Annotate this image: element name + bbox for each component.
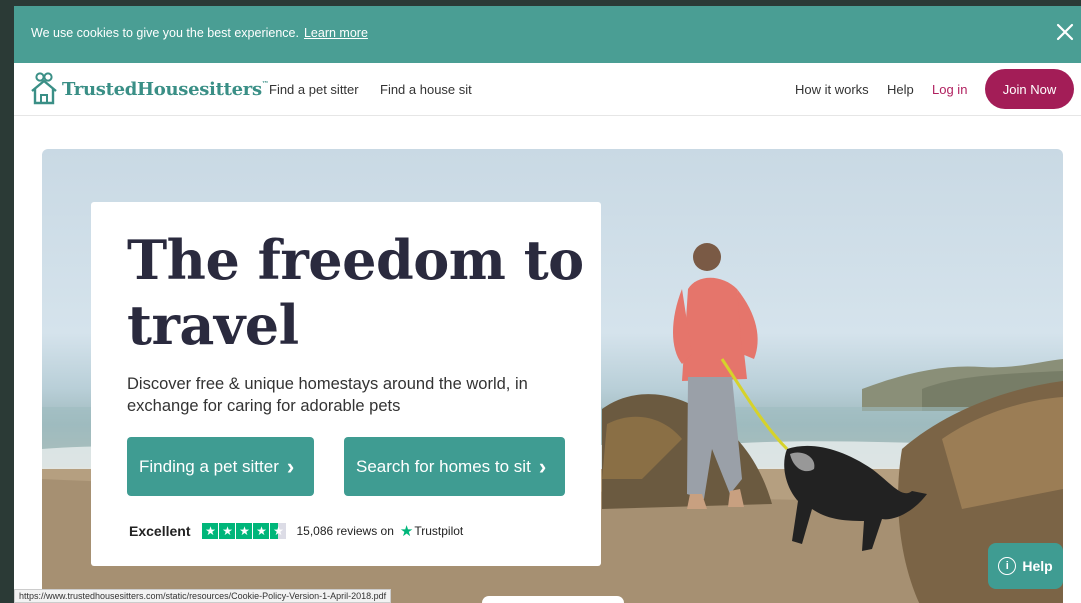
finding-pet-sitter-label: Finding a pet sitter — [139, 456, 279, 476]
star-icon: ★ — [236, 523, 253, 539]
top-navigation: TrustedHousesitters™ Find a pet sitter F… — [14, 63, 1081, 116]
trustpilot-logo-icon: ★ — [399, 523, 414, 540]
trustpilot-widget[interactable]: Excellent ★ ★ ★ ★ ★ 15,086 reviews on ★ … — [129, 522, 463, 540]
chevron-right-icon: › — [286, 453, 295, 479]
nav-find-house-sit[interactable]: Find a house sit — [380, 82, 472, 97]
cookie-message: We use cookies to give you the best expe… — [31, 26, 299, 40]
brand-logo[interactable]: TrustedHousesitters™ — [30, 71, 269, 107]
hero-subtext: Discover free & unique homestays around … — [127, 375, 528, 415]
info-icon: i — [998, 557, 1017, 575]
nav-how-it-works[interactable]: How it works — [795, 82, 869, 97]
hero-headline: The freedom to travel — [127, 228, 584, 357]
nav-find-pet-sitter[interactable]: Find a pet sitter — [269, 82, 359, 97]
hero-card: The freedom to travel Discover free & un… — [91, 202, 601, 566]
cookie-text-row: We use cookies to give you the best expe… — [31, 26, 368, 40]
brand-wordmark: TrustedHousesitters — [62, 78, 262, 100]
hero-section: The freedom to travel Discover free & un… — [42, 149, 1063, 603]
trustpilot-rating-word: Excellent — [129, 523, 191, 539]
brand-name: TrustedHousesitters™ — [62, 79, 269, 100]
help-widget-button[interactable]: i Help — [988, 543, 1063, 589]
window-frame-left — [0, 0, 14, 603]
trustpilot-brand: Trustpilot — [414, 524, 464, 538]
login-link[interactable]: Log in — [932, 82, 967, 97]
nav-help[interactable]: Help — [887, 82, 914, 97]
join-now-button[interactable]: Join Now — [985, 69, 1074, 109]
star-icon: ★ — [219, 523, 236, 539]
star-icon: ★ — [253, 523, 270, 539]
trustpilot-review-count: 15,086 reviews on — [296, 524, 394, 538]
status-bar-url: https://www.trustedhousesitters.com/stat… — [14, 589, 392, 603]
cookie-banner: We use cookies to give you the best expe… — [14, 6, 1081, 63]
house-logo-icon — [31, 72, 57, 105]
chevron-right-icon: › — [538, 453, 547, 479]
bottom-pill-button[interactable] — [482, 596, 624, 603]
search-homes-label: Search for homes to sit — [356, 456, 531, 476]
star-icon: ★ — [202, 523, 219, 539]
finding-pet-sitter-button[interactable]: Finding a pet sitter › — [127, 437, 314, 496]
trustpilot-stars: ★ ★ ★ ★ ★ — [202, 523, 287, 539]
close-icon[interactable] — [1053, 20, 1077, 44]
star-icon: ★ — [270, 523, 287, 539]
learn-more-link[interactable]: Learn more — [304, 26, 368, 40]
search-homes-button[interactable]: Search for homes to sit › — [344, 437, 565, 496]
trademark-mark: ™ — [261, 78, 269, 88]
help-widget-label: Help — [1022, 558, 1053, 574]
